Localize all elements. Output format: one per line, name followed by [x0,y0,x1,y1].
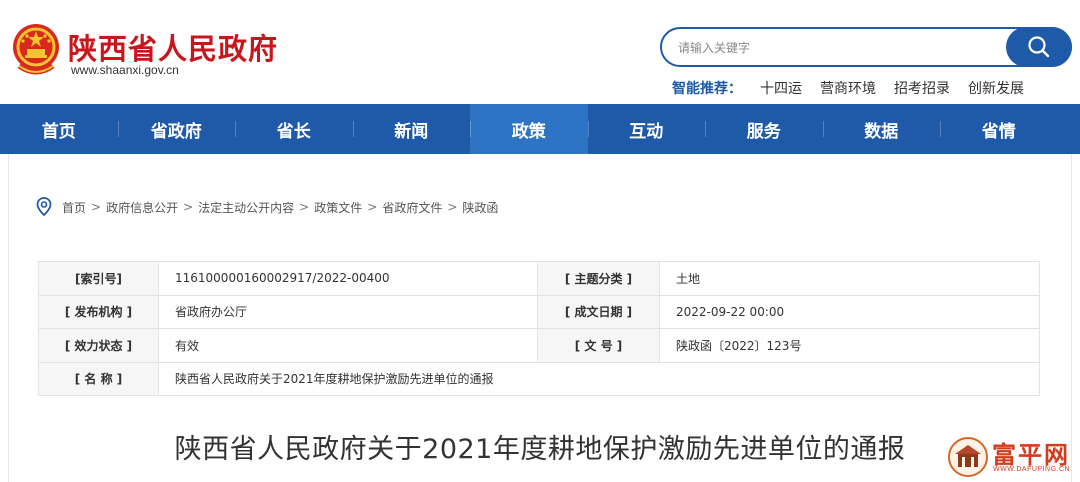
nav-item-interaction[interactable]: 互动 [587,104,706,154]
document-number-label: [ 文 号 ] [537,328,660,363]
breadcrumb-separator: > [367,200,378,214]
document-name-value: 陕西省人民政府关于2021年度耕地保护激励先进单位的通报 [158,361,1040,396]
breadcrumb-current[interactable]: 陕政函 [462,199,498,216]
recommend-links: 十四运 营商环境 招考招录 创新发展 [760,78,1024,98]
nav-item-province-info[interactable]: 省情 [940,104,1058,154]
index-number-value: 116100000160002917/2022-00400 [158,261,538,296]
table-row: [ 发布机构 ] 省政府办公厅 [ 成文日期 ] 2022-09-22 00:0… [38,294,1040,329]
breadcrumb-separator: > [183,200,194,214]
rec-link-innovation[interactable]: 创新发展 [968,78,1024,98]
rec-link-shisiyun[interactable]: 十四运 [760,78,802,98]
nav-item-services[interactable]: 服务 [705,104,823,154]
breadcrumb-policy-docs[interactable]: 政策文件 [314,199,362,216]
rec-link-business-environment[interactable]: 营商环境 [820,78,876,98]
watermark-text: 富平网 [992,441,1070,469]
nav-item-news[interactable]: 新闻 [352,104,471,154]
breadcrumb-public-content[interactable]: 法定主动公开内容 [198,199,294,216]
search-box [660,27,1072,67]
search-button[interactable] [1006,27,1072,67]
breadcrumb-gov-docs[interactable]: 省政府文件 [382,199,442,216]
search-input[interactable] [678,38,998,58]
site-header: 陕西省人民政府 www.shaanxi.gov.cn 智能推荐： 十四运 营商环… [0,0,1080,104]
nav-item-home[interactable]: 首页 [0,104,118,154]
site-name[interactable]: 陕西省人民政府 [68,26,278,68]
watermark-url: WWW.DAFUPING.CN [993,466,1071,473]
breadcrumb-separator: > [447,200,458,214]
national-emblem-icon[interactable] [11,22,61,76]
document-title: 陕西省人民政府关于2021年度耕地保护激励先进单位的通报 [174,434,906,465]
nav-item-governor[interactable]: 省长 [235,104,353,154]
breadcrumb: 首页 > 政府信息公开 > 法定主动公开内容 > 政策文件 > 省政府文件 > 陕政函 [36,197,498,217]
written-date-value: 2022-09-22 00:00 [659,294,1040,329]
document-number-value: 陕政函〔2022〕123号 [659,328,1040,363]
publisher-value: 省政府办公厅 [158,294,538,329]
validity-status-value: 有效 [158,328,538,363]
topic-category-value: 土地 [659,261,1040,296]
site-url: www.shaanxi.gov.cn [71,63,179,77]
table-row: [ 名 称 ] 陕西省人民政府关于2021年度耕地保护激励先进单位的通报 [38,361,1040,396]
watermark-logo-icon [948,437,988,477]
written-date-label: [ 成文日期 ] [537,294,660,329]
location-pin-icon [36,197,52,217]
watermark: 富平网 WWW.DAFUPING.CN [948,435,1076,479]
index-number-label: [索引号] [38,261,159,296]
breadcrumb-gov-info[interactable]: 政府信息公开 [106,199,178,216]
smart-recommend-label: 智能推荐： [672,81,742,97]
nav-item-provincial-government[interactable]: 省政府 [117,104,236,154]
nav-item-policy[interactable]: 政策 [470,104,588,154]
topic-category-label: [ 主题分类 ] [537,261,660,296]
search-icon [1028,36,1050,58]
publisher-label: [ 发布机构 ] [38,294,159,329]
breadcrumb-separator: > [91,200,102,214]
validity-status-label: [ 效力状态 ] [38,328,159,363]
breadcrumb-separator: > [299,200,310,214]
nav-item-data[interactable]: 数据 [822,104,941,154]
document-name-label: [ 名 称 ] [38,361,159,396]
rec-link-recruitment[interactable]: 招考招录 [894,78,950,98]
table-row: [索引号] 116100000160002917/2022-00400 [ 主题… [38,261,1040,296]
breadcrumb-home[interactable]: 首页 [62,199,86,216]
document-meta-table: [索引号] 116100000160002917/2022-00400 [ 主题… [38,261,1040,396]
main-nav: 首页 省政府 省长 新闻 政策 互动 服务 数据 省情 [0,104,1080,154]
table-row: [ 效力状态 ] 有效 [ 文 号 ] 陕政函〔2022〕123号 [38,328,1040,363]
